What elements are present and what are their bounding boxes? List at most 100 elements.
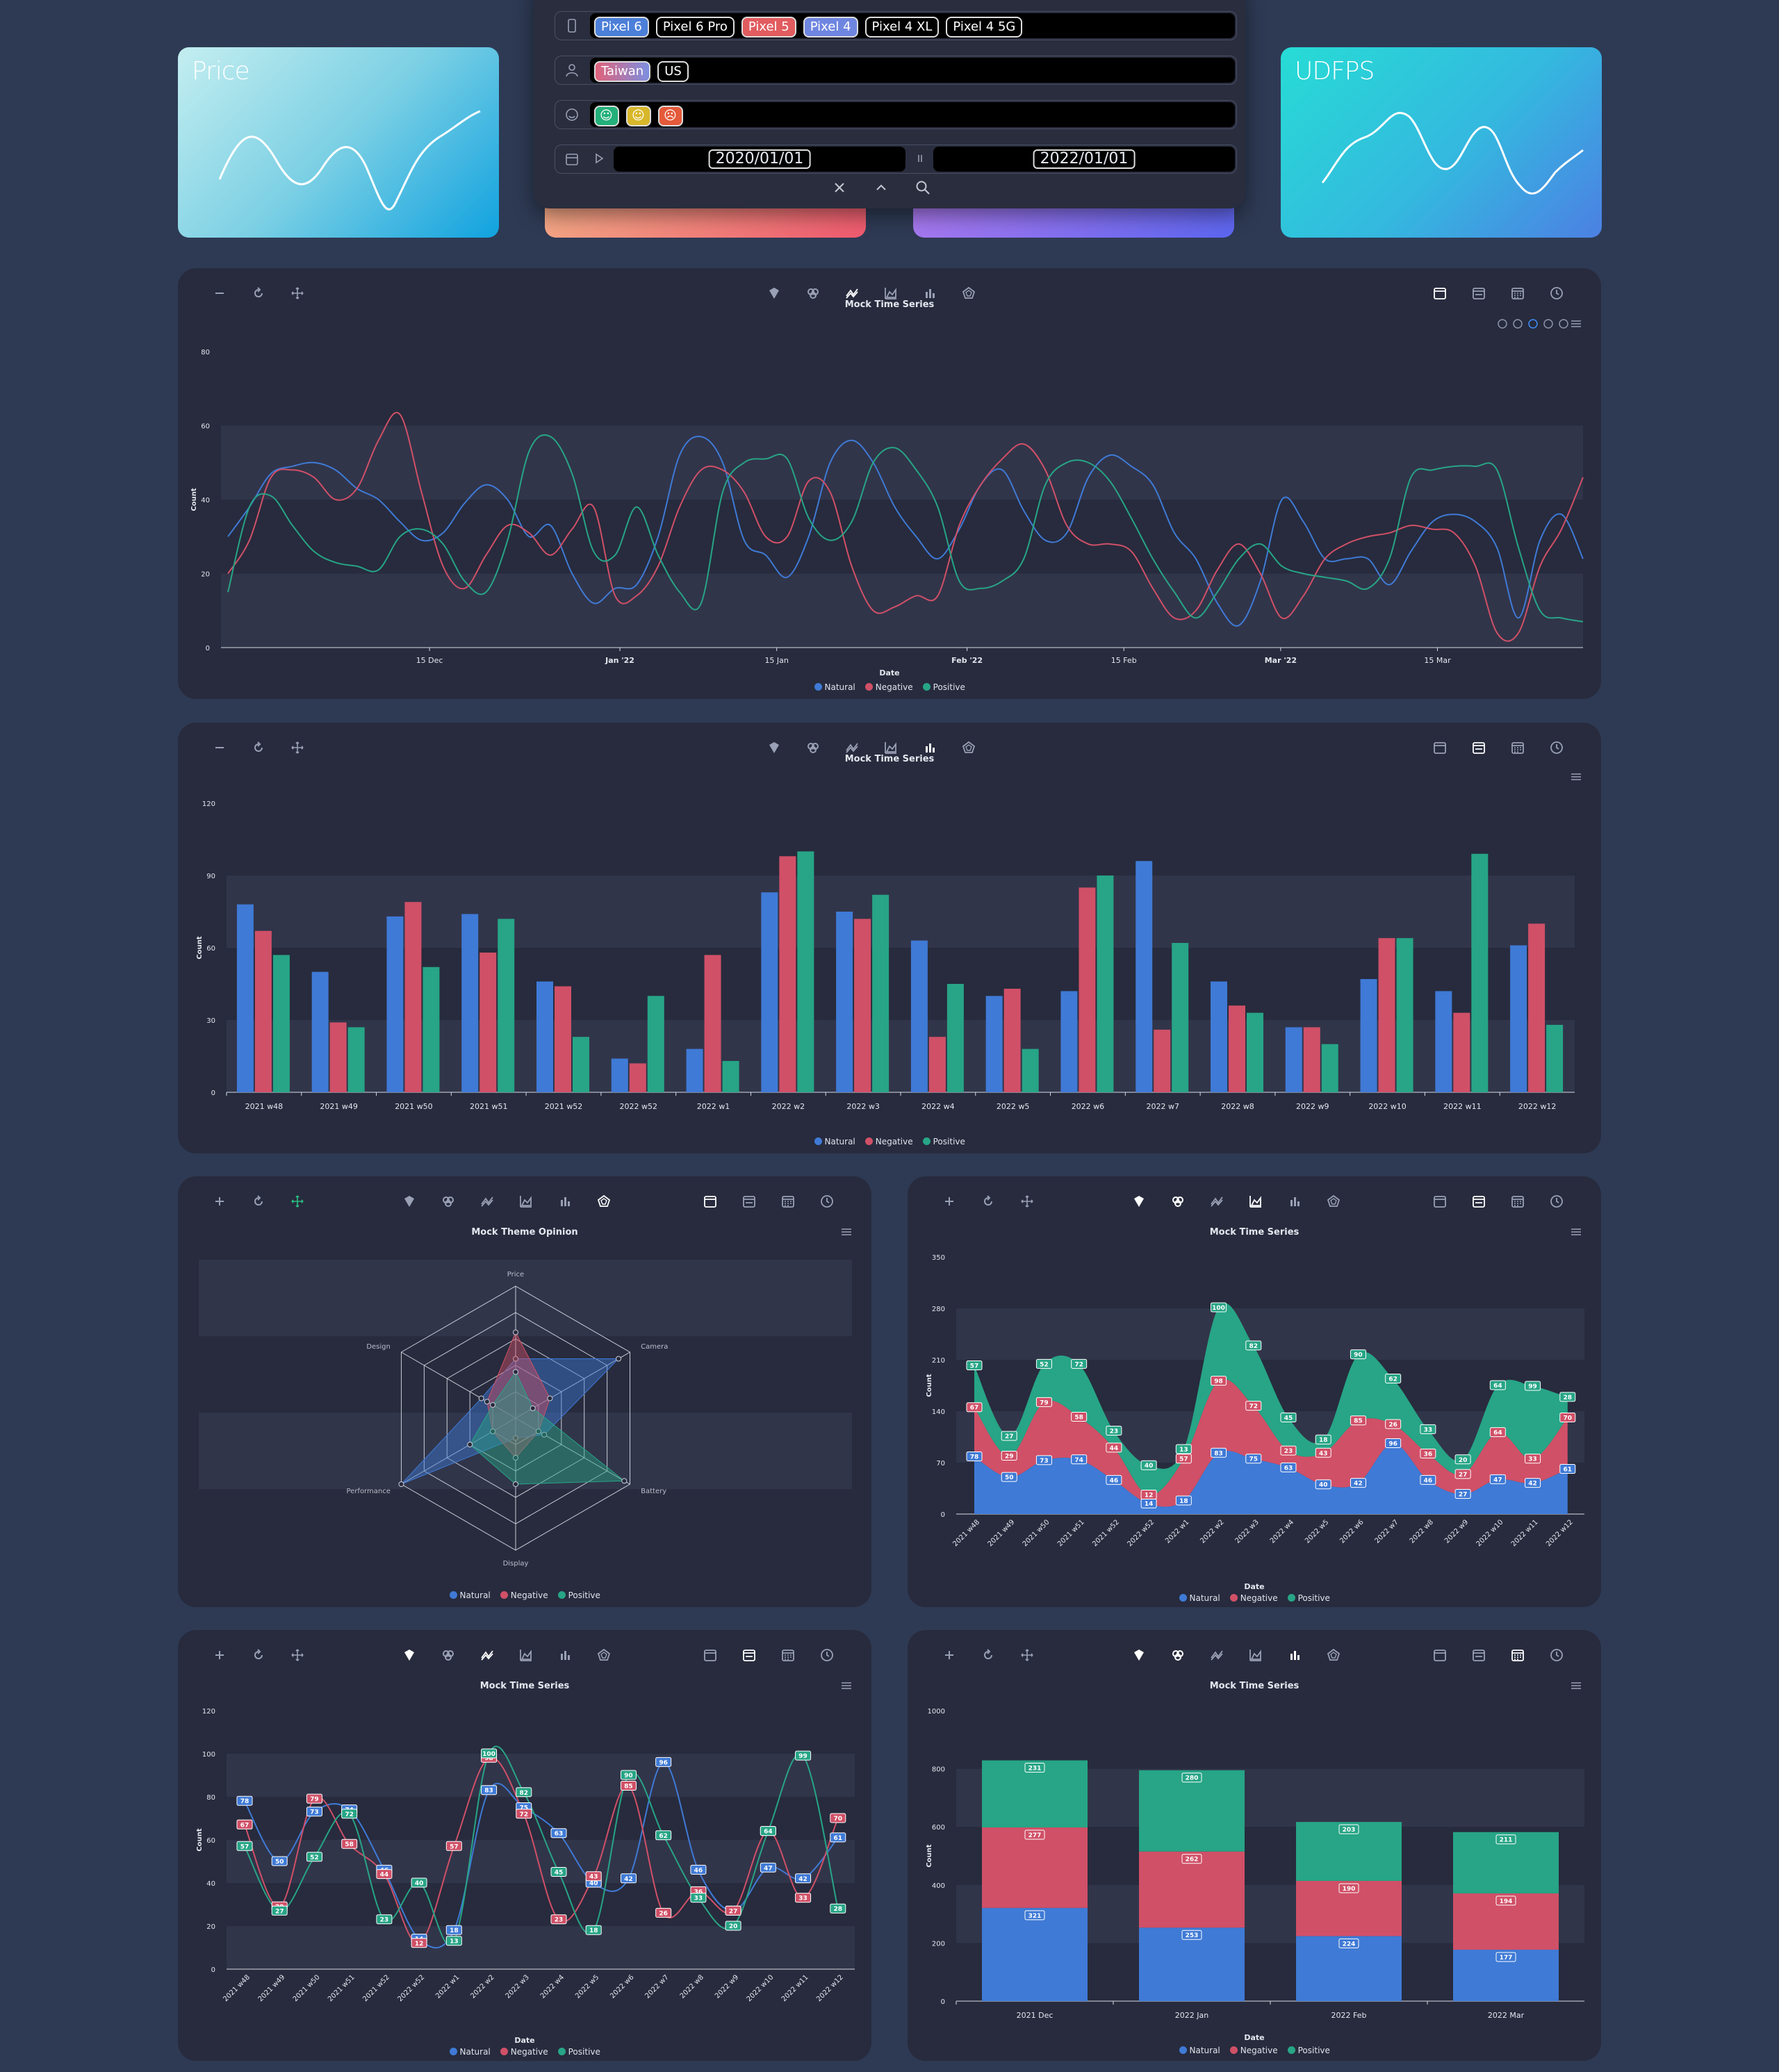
menu-icon[interactable] — [1568, 768, 1584, 785]
menu-icon[interactable] — [838, 1677, 855, 1694]
chip-device[interactable]: Pixel 5 — [741, 17, 796, 38]
chip-device[interactable]: Pixel 4 5G — [946, 17, 1023, 38]
legend-item[interactable]: Positive — [1287, 1593, 1330, 1603]
bar-negative[interactable] — [1528, 923, 1546, 1092]
chip-device[interactable]: Pixel 6 Pro — [655, 17, 735, 38]
legend-item[interactable]: Natural — [449, 2047, 491, 2057]
radar-point[interactable] — [490, 1402, 496, 1408]
pan-hand-icon[interactable] — [1543, 319, 1553, 329]
bar-positive[interactable] — [1247, 1012, 1263, 1092]
price-card[interactable]: Price — [178, 47, 499, 238]
bar-natural[interactable] — [1435, 991, 1452, 1092]
date-to-field[interactable]: 2022/01/01 — [933, 147, 1235, 172]
bar-natural[interactable] — [910, 940, 928, 1092]
radar-point[interactable] — [513, 1329, 518, 1335]
bar-negative[interactable] — [1154, 1029, 1171, 1092]
legend-item[interactable]: Positive — [1287, 2046, 1330, 2055]
zoom-in-icon[interactable] — [1498, 319, 1507, 329]
pause-icon[interactable] — [912, 151, 928, 169]
legend-item[interactable]: Natural — [814, 1137, 855, 1146]
radar-point[interactable] — [513, 1481, 518, 1487]
legend-item[interactable]: Natural — [1179, 2046, 1220, 2055]
bar-positive[interactable] — [347, 1027, 365, 1092]
legend-item[interactable]: Positive — [922, 682, 965, 692]
legend-item[interactable]: Negative — [864, 682, 913, 692]
bar-negative[interactable] — [928, 1037, 946, 1092]
bar-negative[interactable] — [555, 986, 571, 1092]
bar-negative[interactable] — [1003, 988, 1021, 1092]
radar-point[interactable] — [616, 1356, 622, 1362]
bar-negative[interactable] — [854, 919, 871, 1092]
bar-natural[interactable] — [611, 1058, 628, 1092]
bar-negative[interactable] — [704, 955, 721, 1092]
menu-icon[interactable] — [1568, 315, 1584, 332]
bar-positive[interactable] — [797, 851, 814, 1092]
close-icon[interactable] — [831, 179, 848, 199]
legend-item[interactable]: Positive — [557, 1590, 600, 1600]
bar-negative[interactable] — [1079, 887, 1096, 1092]
bar-natural[interactable] — [1285, 1027, 1302, 1092]
legend-item[interactable]: Positive — [557, 2047, 600, 2057]
bar-natural[interactable] — [311, 971, 329, 1092]
menu-icon[interactable] — [1568, 1224, 1584, 1240]
bar-positive[interactable] — [423, 967, 440, 1092]
bar-negative[interactable] — [479, 952, 497, 1092]
legend-item[interactable]: Negative — [500, 2047, 548, 2057]
udfps-card[interactable]: UDFPS — [1281, 47, 1602, 238]
legend-item[interactable]: Natural — [1179, 1593, 1220, 1603]
bar-positive[interactable] — [722, 1060, 739, 1092]
radar-point[interactable] — [513, 1369, 518, 1375]
device-chips[interactable]: Pixel 6 Pixel 6 Pro Pixel 5 Pixel 4 Pixel 4 … — [590, 13, 1235, 38]
legend-item[interactable]: Negative — [1229, 2046, 1278, 2055]
bar-negative[interactable] — [404, 902, 422, 1092]
home-icon[interactable] — [1559, 319, 1568, 329]
bar-positive[interactable] — [1139, 1770, 1245, 1852]
legend-item[interactable]: Positive — [922, 1137, 965, 1146]
bar-natural[interactable] — [1136, 861, 1153, 1092]
bar-negative[interactable] — [779, 856, 796, 1092]
play-icon[interactable] — [591, 151, 607, 169]
menu-icon[interactable] — [1568, 1677, 1584, 1694]
radar-point[interactable] — [621, 1478, 628, 1484]
region-chips[interactable]: Taiwan US — [590, 58, 1235, 83]
legend-item[interactable]: Natural — [814, 682, 855, 692]
bar-positive[interactable] — [946, 984, 964, 1092]
bar-natural[interactable] — [386, 916, 404, 1092]
menu-icon[interactable] — [838, 1224, 855, 1240]
chevron-up-icon[interactable] — [873, 179, 890, 199]
radar-point[interactable] — [484, 1399, 490, 1405]
zoom-select-icon[interactable] — [1528, 319, 1538, 329]
bar-natural[interactable] — [1060, 991, 1078, 1092]
bar-natural[interactable] — [836, 912, 853, 1092]
radar-point[interactable] — [467, 1442, 473, 1447]
chart-legend[interactable]: Natural Negative Positive — [449, 1590, 600, 1600]
chip-device[interactable]: Pixel 6 — [594, 17, 649, 38]
bar-natural[interactable] — [1211, 981, 1227, 1092]
bar-positive[interactable] — [498, 919, 515, 1092]
bar-negative[interactable] — [1378, 938, 1395, 1092]
bar-positive[interactable] — [1471, 853, 1489, 1092]
zoom-out-icon[interactable] — [1513, 319, 1523, 329]
bar-positive[interactable] — [573, 1037, 589, 1092]
bar-negative[interactable] — [1229, 1005, 1245, 1092]
radar-point[interactable] — [547, 1395, 553, 1401]
legend-item[interactable]: Negative — [500, 1590, 548, 1600]
bar-positive[interactable] — [1321, 1044, 1338, 1092]
legend-item[interactable]: Negative — [864, 1137, 913, 1146]
bar-natural[interactable] — [236, 904, 254, 1092]
radar-point[interactable] — [398, 1481, 404, 1487]
chart-legend[interactable]: Natural Negative Positive — [1179, 2046, 1330, 2055]
bar-natural[interactable] — [686, 1049, 703, 1092]
bar-positive[interactable] — [647, 996, 664, 1092]
legend-item[interactable]: Negative — [1229, 1593, 1278, 1603]
sentiment-chips[interactable]: ☺ ☺ ☹ — [590, 102, 1235, 127]
bar-positive[interactable] — [872, 894, 890, 1092]
bar-positive[interactable] — [1546, 1024, 1564, 1092]
bar-natural[interactable] — [461, 914, 479, 1092]
bar-natural[interactable] — [985, 996, 1003, 1092]
chart-legend[interactable]: Natural Negative Positive — [1179, 1593, 1330, 1603]
chip-region[interactable]: US — [657, 61, 689, 82]
bar-positive[interactable] — [1022, 1049, 1039, 1092]
bar-positive[interactable] — [1172, 943, 1189, 1092]
zoom-toolbar[interactable] — [1498, 319, 1568, 329]
